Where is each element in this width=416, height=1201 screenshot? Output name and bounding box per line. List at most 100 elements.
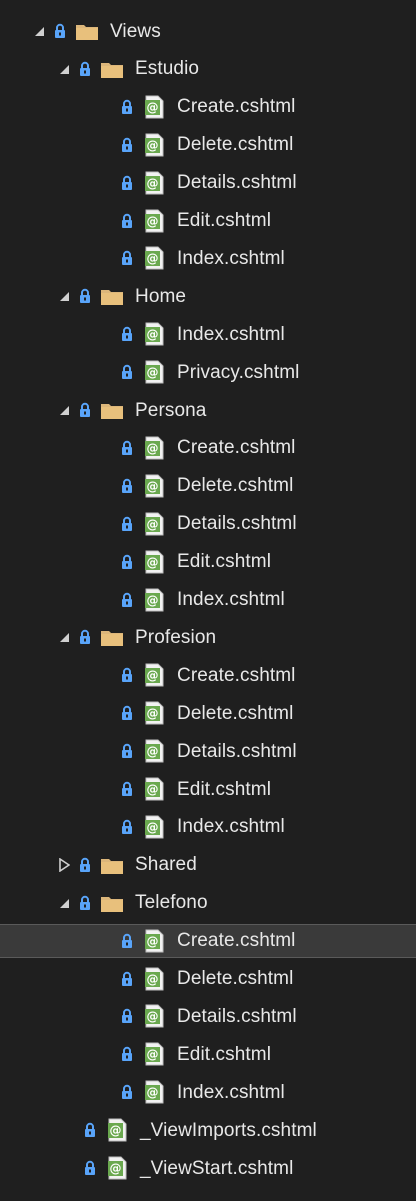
tree-folder-row[interactable]: Persona [0,393,416,427]
tree-folder-row[interactable]: Home [0,279,416,313]
razor-file-icon: @ [141,738,167,764]
lock-icon [119,779,135,799]
razor-file-icon: @ [141,700,167,726]
razor-file-icon: @ [141,245,167,271]
tree-file-row[interactable]: @ Index.cshtml [0,317,416,351]
tree-file-row[interactable]: @ _ViewStart.cshtml [0,1151,416,1185]
tree-file-row[interactable]: @ Create.cshtml [0,658,416,692]
tree-file-row[interactable]: @ Create.cshtml [0,90,416,124]
razor-file-icon: @ [141,435,167,461]
razor-file-icon: @ [141,549,167,575]
tree-file-row[interactable]: @ Edit.cshtml [0,545,416,579]
svg-text:@: @ [147,783,159,797]
svg-text:@: @ [147,1086,159,1100]
tree-file-row[interactable]: @ Delete.cshtml [0,696,416,730]
tree-folder-row[interactable]: Estudio [0,52,416,86]
tree-file-row[interactable]: @ Create.cshtml [0,431,416,465]
tree-file-row[interactable]: @ Index.cshtml [0,810,416,844]
lock-icon [77,627,93,647]
lock-icon [77,400,93,420]
razor-file-icon: @ [141,208,167,234]
tree-item-label: Edit.cshtml [177,551,272,573]
folder-icon [99,283,125,309]
tree-item-label: Delete.cshtml [177,968,294,989]
tree-file-row[interactable]: @ Index.cshtml [0,241,416,275]
tree-file-row[interactable]: @ Index.cshtml [0,583,416,617]
lock-icon [119,590,135,610]
expanded-triangle-icon[interactable] [30,22,48,40]
solution-explorer-tree: Views Estudio @ Create.cshtml @ Delete.c… [0,0,416,1201]
svg-text:@: @ [147,479,159,493]
lock-icon [77,59,93,79]
tree-item-label: Delete.cshtml [177,702,294,724]
tree-item-label: Index.cshtml [177,1081,285,1103]
tree-file-row[interactable]: @ Create.cshtml [0,923,416,958]
tree-folder-row[interactable]: Shared [0,848,416,882]
collapsed-triangle-icon[interactable] [55,856,73,874]
tree-item-label: Index.cshtml [177,323,285,345]
tree-file-row[interactable]: @ Index.cshtml [0,1075,416,1109]
tree-item-label: Delete.cshtml [177,475,294,497]
tree-item-label: Edit.cshtml [177,778,272,800]
tree-file-row[interactable]: @ Delete.cshtml [0,962,416,996]
tree-item-label: Create.cshtml [177,437,296,459]
lock-icon [119,173,135,193]
lock-icon [119,703,135,723]
tree-folder-row[interactable]: Profesion [0,620,416,654]
tree-item-label: Index.cshtml [177,247,285,269]
lock-icon [82,1120,98,1140]
tree-file-row[interactable]: @ Details.cshtml [0,507,416,541]
tree-file-row[interactable]: @ Edit.cshtml [0,1037,416,1071]
tree-file-row[interactable]: @ Details.cshtml [0,166,416,200]
razor-file-icon: @ [104,1117,130,1143]
tree-folder-row[interactable]: Views [0,14,416,48]
tree-item-label: Details.cshtml [177,172,297,194]
expanded-triangle-icon[interactable] [55,628,73,646]
lock-icon [119,741,135,761]
tree-item-label: Details.cshtml [177,740,297,762]
tree-file-row[interactable]: @ Delete.cshtml [0,128,416,162]
expanded-triangle-icon[interactable] [55,287,73,305]
svg-text:@: @ [147,252,159,266]
razor-file-icon: @ [141,662,167,688]
lock-icon [119,969,135,989]
tree-file-row[interactable]: @ Edit.cshtml [0,204,416,238]
tree-file-row[interactable]: @ Details.cshtml [0,999,416,1033]
tree-file-row[interactable]: @ Edit.cshtml [0,772,416,806]
lock-icon [119,552,135,572]
lock-icon [119,665,135,685]
folder-icon [74,18,100,44]
lock-icon [82,1158,98,1178]
tree-file-row[interactable]: @ Privacy.cshtml [0,355,416,389]
lock-icon [119,211,135,231]
lock-icon [119,362,135,382]
razor-file-icon: @ [141,359,167,385]
tree-file-row[interactable]: @ Details.cshtml [0,734,416,768]
lock-icon [119,135,135,155]
lock-icon [119,1006,135,1026]
svg-text:@: @ [147,100,159,114]
lock-icon [119,248,135,268]
lock-icon [119,438,135,458]
folder-icon [99,397,125,423]
tree-item-label: Home [135,285,187,307]
expanded-triangle-icon[interactable] [55,401,73,419]
expanded-triangle-icon[interactable] [55,894,73,912]
tree-item-label: Edit.cshtml [177,210,272,231]
expanded-triangle-icon[interactable] [55,60,73,78]
razor-file-icon: @ [141,928,167,954]
tree-item-label: Delete.cshtml [177,134,294,156]
svg-text:@: @ [147,214,159,228]
tree-item-label: Index.cshtml [177,589,285,610]
tree-item-label: Persona [135,399,207,421]
svg-text:@: @ [147,972,159,986]
tree-file-row[interactable]: @ _ViewImports.cshtml [0,1113,416,1147]
tree-item-label: Privacy.cshtml [177,361,300,383]
tree-file-row[interactable]: @ Delete.cshtml [0,469,416,503]
svg-text:@: @ [110,1162,122,1176]
lock-icon [77,286,93,306]
tree-item-label: Details.cshtml [177,513,297,535]
lock-icon [52,21,68,41]
tree-folder-row[interactable]: Telefono [0,886,416,920]
lock-icon [119,817,135,837]
